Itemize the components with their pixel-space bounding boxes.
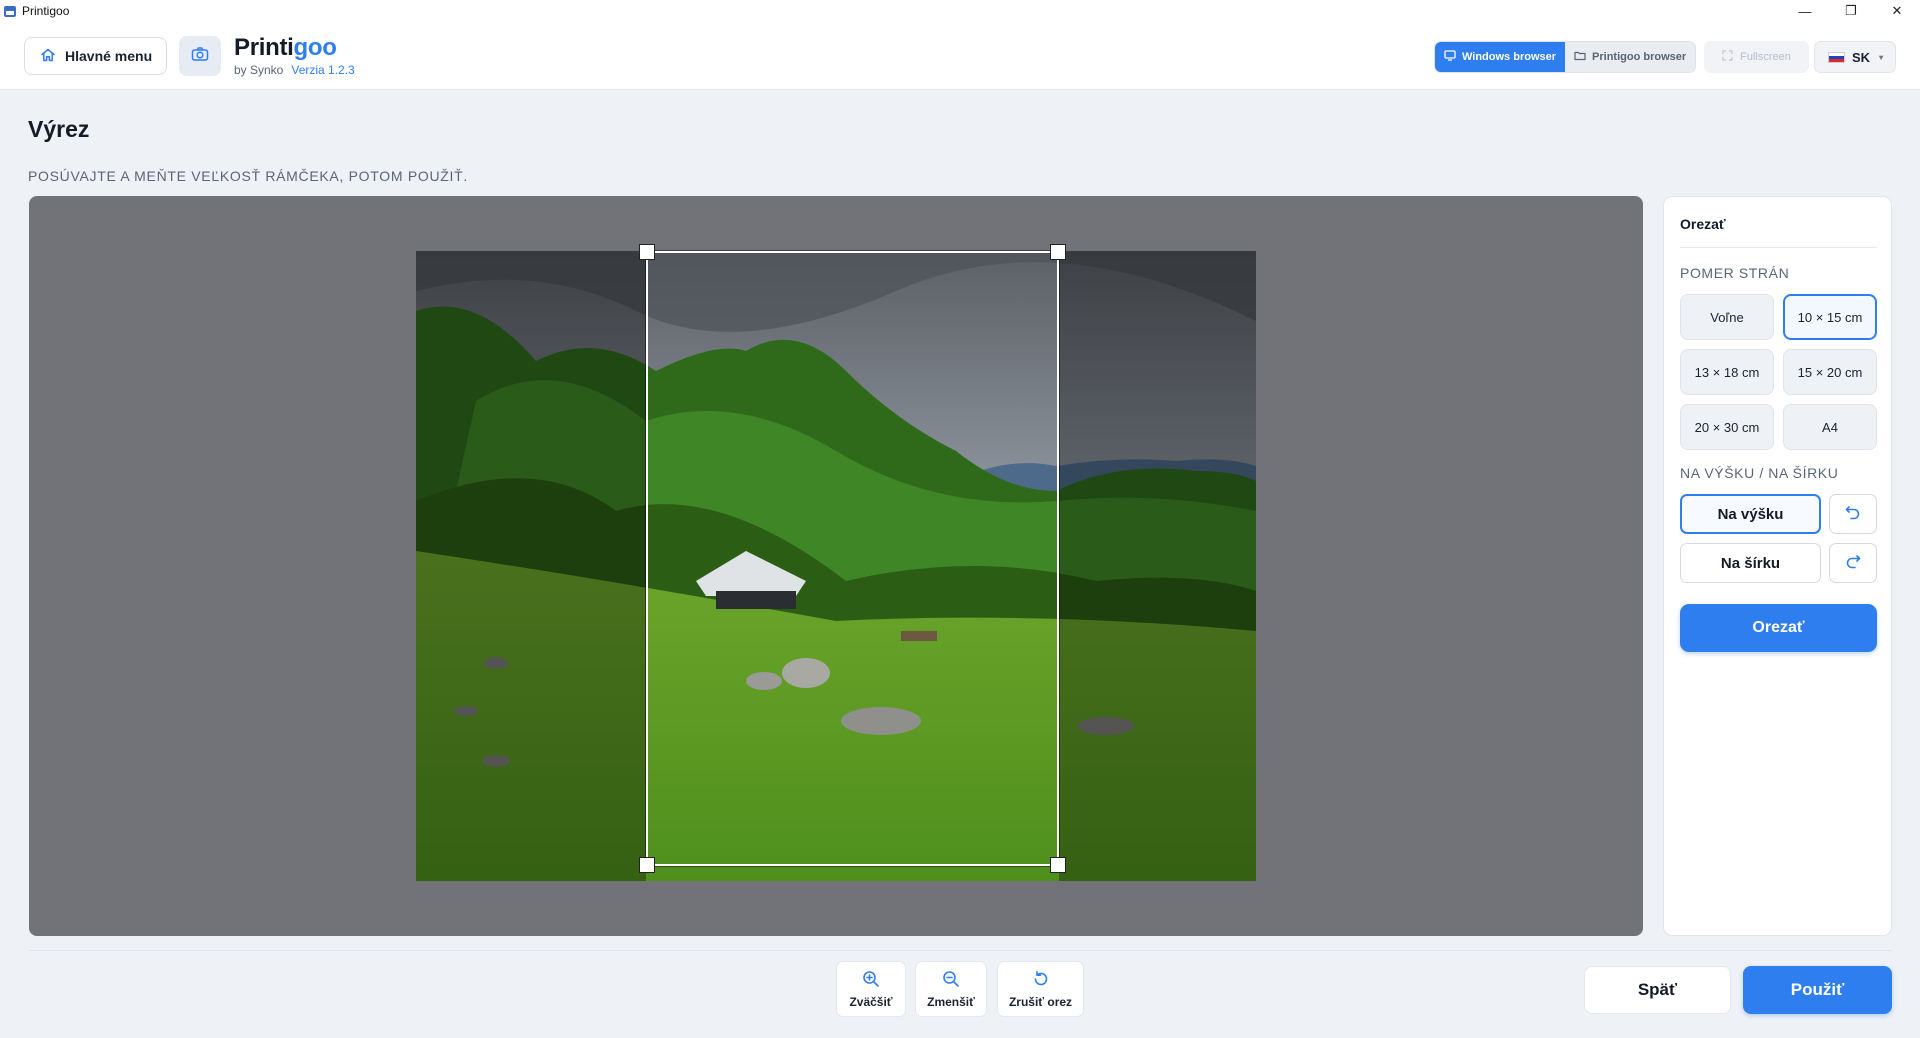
fullscreen-label: Fullscreen: [1740, 51, 1791, 63]
app-icon: [4, 5, 16, 17]
portrait-button[interactable]: Na výšku: [1680, 494, 1821, 534]
aspect-ratio-label: POMER STRÁN: [1680, 265, 1790, 281]
window-controls: — ❐ ✕: [1782, 0, 1920, 22]
ratio-15x20-button[interactable]: 15 × 20 cm: [1783, 349, 1877, 395]
zoom-in-label: Zväčšiť: [849, 994, 893, 1009]
orientation-label: NA VÝŠKU / NA ŠÍRKU: [1680, 465, 1839, 481]
zoom-out-icon: [942, 970, 960, 991]
rotate-right-button[interactable]: [1829, 543, 1877, 583]
crop-handle-top-right[interactable]: [1050, 244, 1066, 260]
language-label: SK: [1852, 49, 1871, 65]
browser-toggle: Windows browser Printigoo browser: [1434, 41, 1697, 73]
ratio-13x18-button[interactable]: 13 × 18 cm: [1680, 349, 1774, 395]
crop-frame[interactable]: [639, 244, 1066, 873]
restore-button[interactable]: ❐: [1828, 0, 1874, 22]
minimize-button[interactable]: —: [1782, 0, 1828, 22]
zoom-out-label: Zmenšiť: [927, 994, 975, 1009]
zoom-in-button[interactable]: Zväčšiť: [836, 961, 906, 1017]
brand-logo: Printigoo by Synko Verzia 1.2.3: [234, 36, 355, 78]
brand-name-main: Printi: [234, 34, 294, 61]
home-icon: [40, 47, 56, 66]
bottom-divider: [29, 950, 1892, 951]
page-title: Výrez: [28, 116, 90, 142]
reset-crop-label: Zrušiť orez: [1008, 994, 1073, 1009]
reset-icon: [1032, 970, 1050, 991]
windows-browser-label: Windows browser: [1462, 51, 1557, 63]
home-menu-button[interactable]: Hlavné menu: [24, 37, 167, 75]
panel-divider: [1680, 247, 1877, 248]
rotate-left-icon: [1844, 503, 1862, 526]
back-button[interactable]: Späť: [1584, 966, 1731, 1014]
folder-icon: [1574, 50, 1586, 64]
panel-title: Orezať: [1680, 216, 1726, 232]
ratio-20x30-button[interactable]: 20 × 30 cm: [1680, 404, 1774, 450]
crop-handle-bottom-right[interactable]: [1050, 857, 1066, 873]
camera-icon: [191, 46, 209, 67]
language-select[interactable]: SK ▾: [1814, 41, 1896, 73]
crop-shade-left: [416, 251, 646, 881]
app-version: Verzia 1.2.3: [291, 63, 355, 77]
camera-button[interactable]: [179, 36, 221, 76]
rotate-left-button[interactable]: [1829, 494, 1877, 534]
ratio-free-button[interactable]: Voľne: [1680, 294, 1774, 340]
windows-browser-button[interactable]: Windows browser: [1435, 42, 1566, 72]
window-titlebar: Printigoo — ❐ ✕: [0, 0, 1920, 22]
zoom-out-button[interactable]: Zmenšiť: [915, 961, 987, 1017]
fullscreen-icon: [1722, 50, 1733, 64]
brand-subtitle: by Synko Verzia 1.2.3: [234, 63, 355, 77]
monitor-icon: [1444, 50, 1456, 64]
brand-name-accent: goo: [293, 34, 337, 61]
app-header: Hlavné menu Printigoo by Synko Verzia 1.2…: [0, 22, 1920, 90]
crop-canvas[interactable]: [29, 196, 1643, 936]
chevron-down-icon: ▾: [1879, 52, 1884, 62]
crop-handle-top-left[interactable]: [639, 244, 655, 260]
page-hint: POSÚVAJTE A MEŇTE VEĽKOSŤ RÁMČEKA, POTOM…: [28, 168, 468, 184]
landscape-button[interactable]: Na šírku: [1680, 543, 1821, 583]
printigoo-browser-label: Printigoo browser: [1592, 51, 1687, 63]
zoom-in-icon: [862, 970, 880, 991]
rotate-right-icon: [1844, 552, 1862, 575]
apply-button[interactable]: Použiť: [1743, 966, 1892, 1014]
printigoo-browser-button[interactable]: Printigoo browser: [1565, 42, 1695, 72]
flag-icon: [1828, 51, 1845, 63]
fullscreen-button[interactable]: Fullscreen: [1704, 41, 1809, 73]
brand-name: Printigoo: [234, 36, 355, 60]
brand-by: by Synko: [234, 63, 284, 77]
crop-panel: Orezať POMER STRÁN Voľne 10 × 15 cm 13 ×…: [1663, 196, 1892, 936]
ratio-10x15-button[interactable]: 10 × 15 cm: [1783, 294, 1877, 340]
reset-crop-button[interactable]: Zrušiť orez: [997, 961, 1084, 1017]
crop-shade-right: [1059, 251, 1256, 881]
ratio-a4-button[interactable]: A4: [1783, 404, 1877, 450]
crop-apply-button[interactable]: Orezať: [1680, 604, 1877, 652]
window-title: Printigoo: [22, 4, 70, 18]
close-button[interactable]: ✕: [1874, 0, 1920, 22]
crop-handle-bottom-left[interactable]: [639, 857, 655, 873]
home-menu-label: Hlavné menu: [65, 48, 153, 64]
